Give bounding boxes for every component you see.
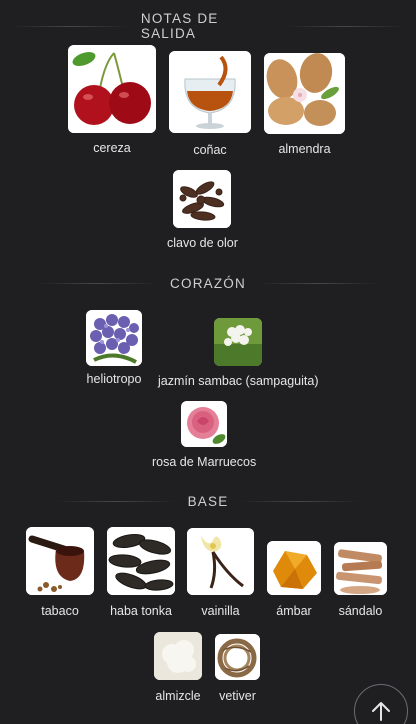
almond-image <box>264 53 345 134</box>
note-label: sándalo <box>338 604 383 618</box>
scroll-top-button[interactable] <box>354 684 408 724</box>
heliotrope-image <box>86 310 142 366</box>
note-label: vainilla <box>201 604 240 618</box>
note-sandalo[interactable]: sándalo <box>334 542 387 618</box>
cognac-glass-image <box>169 51 251 133</box>
arrow-up-icon <box>372 702 390 721</box>
divider <box>12 25 129 27</box>
note-label: almizcle <box>155 689 201 703</box>
note-label: haba tonka <box>110 604 172 618</box>
tonka-bean-image <box>107 527 175 595</box>
section-title-heart: CORAZÓN <box>170 276 246 291</box>
sandalwood-image <box>334 542 387 595</box>
divider <box>257 283 378 284</box>
note-label: ámbar <box>276 604 312 618</box>
note-label: cereza <box>93 141 131 155</box>
note-vainilla[interactable]: vainilla <box>187 528 254 618</box>
amber-image <box>267 541 321 595</box>
note-label: clavo de olor <box>167 236 238 250</box>
divider <box>287 25 404 27</box>
note-vetiver[interactable]: vetiver <box>215 634 260 703</box>
note-label: jazmín sambac (sampaguita) <box>158 374 319 388</box>
note-label: rosa de Marruecos <box>152 455 257 469</box>
note-heliotropo[interactable]: heliotropo <box>86 310 142 386</box>
note-almendra[interactable]: almendra <box>264 53 345 156</box>
jasmine-image <box>214 318 263 366</box>
divider <box>240 501 361 502</box>
note-tabaco[interactable]: tabaco <box>26 527 94 618</box>
section-heart-notes: CORAZÓN <box>0 276 416 291</box>
section-base-notes: BASE <box>0 494 416 509</box>
note-haba[interactable]: haba tonka <box>107 527 175 618</box>
section-title-top: NOTAS DE SALIDA <box>140 11 219 41</box>
section-top-notes: NOTAS DE SALIDA <box>0 11 416 41</box>
vanilla-image <box>187 528 254 595</box>
divider <box>55 501 176 502</box>
note-ambar[interactable]: ámbar <box>267 541 321 618</box>
divider <box>38 283 159 284</box>
note-rosa[interactable]: rosa de Marruecos <box>152 401 256 469</box>
note-label: tabaco <box>41 604 79 618</box>
note-label: coñac <box>193 143 227 157</box>
note-cereza[interactable]: cereza <box>68 45 156 155</box>
vetiver-image <box>215 634 260 680</box>
note-clavo[interactable]: clavo de olor <box>167 170 238 250</box>
note-jazmin[interactable]: jazmín sambac (sampaguita) <box>158 318 318 388</box>
musk-image <box>154 632 202 680</box>
rose-image <box>181 401 228 447</box>
note-conac[interactable]: coñac <box>169 51 251 157</box>
note-label: vetiver <box>219 689 256 703</box>
tobacco-pipe-image <box>26 527 94 595</box>
note-almizcle[interactable]: almizcle <box>154 632 202 703</box>
note-label: almendra <box>278 142 331 156</box>
cherry-image <box>68 45 156 133</box>
section-title-base: BASE <box>187 494 229 509</box>
note-label: heliotropo <box>86 372 142 386</box>
clove-image <box>173 170 232 228</box>
